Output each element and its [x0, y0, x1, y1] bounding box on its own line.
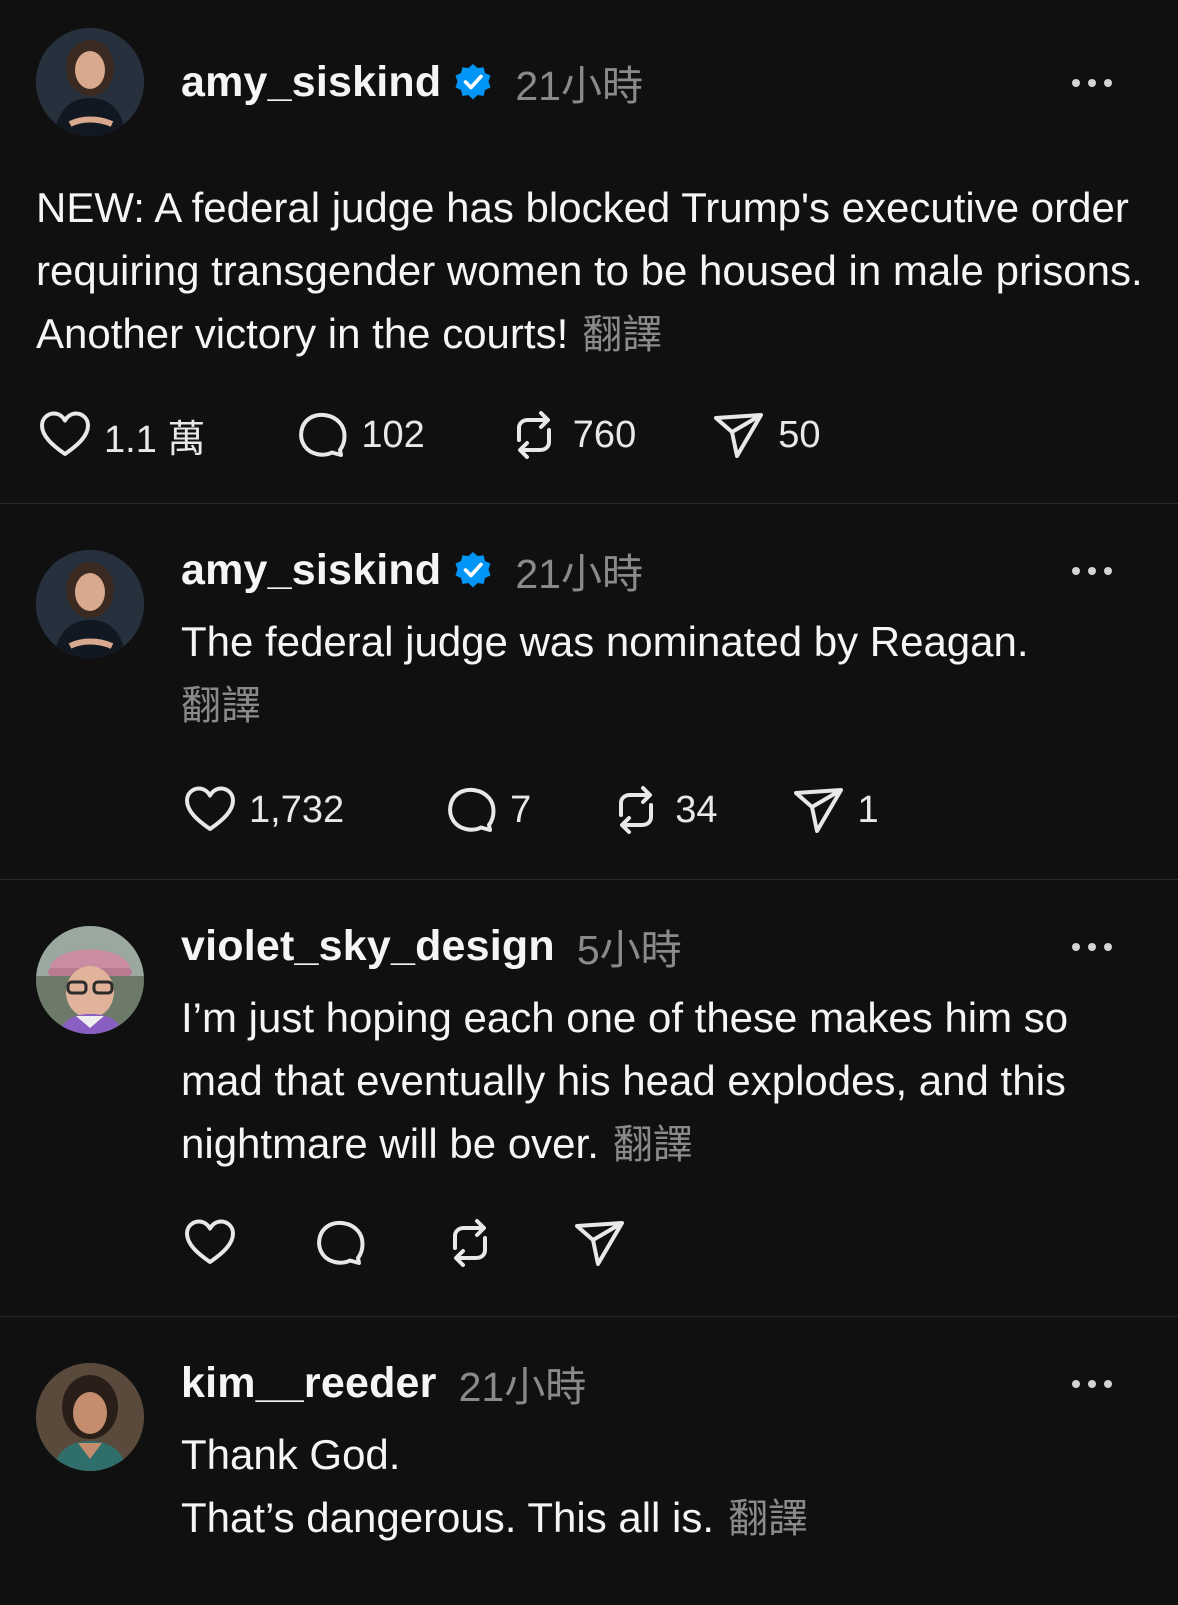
post-text: NEW: A federal judge has blocked Trump's…: [36, 176, 1146, 367]
avatar[interactable]: [36, 926, 144, 1034]
reply-count: 7: [510, 788, 532, 831]
share-button[interactable]: [571, 1213, 629, 1273]
comment-icon: [299, 412, 347, 457]
username[interactable]: violet_sky_design: [181, 922, 555, 971]
avatar[interactable]: [36, 28, 144, 136]
more-icon[interactable]: [1072, 1377, 1112, 1391]
repost-count: 34: [675, 788, 718, 831]
post-header: violet_sky_design 5小時: [181, 916, 682, 976]
post-text: Thank God. That’s dangerous. This all is.…: [181, 1423, 1141, 1551]
verified-badge-icon: [455, 552, 491, 588]
post-header: amy_siskind 21小時: [181, 52, 643, 112]
repost-icon: [619, 786, 654, 834]
avatar[interactable]: [36, 1363, 144, 1471]
translate-link[interactable]: 翻譯: [613, 1123, 693, 1167]
timestamp: 5小時: [576, 927, 682, 973]
post-text: The federal judge was nominated by Reaga…: [181, 610, 1141, 738]
action-bar: 1.1 萬 102 760 50: [36, 405, 820, 465]
share-icon: [793, 788, 843, 833]
post-text-line: Thank God.: [181, 1431, 401, 1478]
like-button[interactable]: [181, 1213, 239, 1273]
reply-post[interactable]: amy_siskind 21小時 The federal judge was n…: [0, 504, 1178, 879]
post-text-line: That’s dangerous. This all is.: [181, 1494, 715, 1541]
username[interactable]: kim__reeder: [181, 1359, 437, 1408]
repost-icon: [516, 411, 551, 459]
username[interactable]: amy_siskind: [181, 58, 441, 107]
heart-icon: [185, 1219, 235, 1264]
heart-icon: [185, 786, 235, 831]
share-icon: [714, 413, 764, 458]
repost-button[interactable]: 760: [505, 405, 636, 465]
reply-post[interactable]: kim__reeder 21小時 Thank God. That’s danger…: [0, 1317, 1178, 1605]
post-text: I’m just hoping each one of these makes …: [181, 986, 1141, 1177]
heart-icon: [40, 411, 90, 456]
reply-button[interactable]: [311, 1213, 369, 1273]
like-count: 1,732: [249, 788, 345, 831]
repost-button[interactable]: 34: [607, 780, 718, 840]
post-text-content: The federal judge was nominated by Reaga…: [181, 618, 1029, 665]
comment-icon: [448, 787, 496, 832]
more-icon[interactable]: [1072, 76, 1112, 90]
more-icon[interactable]: [1072, 940, 1112, 954]
like-button[interactable]: 1,732: [181, 780, 344, 840]
reply-post[interactable]: violet_sky_design 5小時 I’m just hoping ea…: [0, 880, 1178, 1316]
like-button[interactable]: 1.1 萬: [36, 405, 205, 465]
verified-badge-icon: [455, 64, 491, 100]
post-main[interactable]: amy_siskind 21小時 NEW: A federal judge ha…: [0, 0, 1178, 503]
action-bar: [181, 1213, 629, 1273]
repost-count: 760: [572, 413, 637, 456]
action-bar: 1,732 7 34 1: [181, 780, 879, 840]
reply-button[interactable]: 7: [442, 780, 531, 840]
reply-button[interactable]: 102: [293, 405, 425, 465]
timestamp: 21小時: [515, 551, 643, 597]
repost-icon: [453, 1219, 487, 1267]
share-button[interactable]: 50: [710, 405, 820, 465]
username[interactable]: amy_siskind: [181, 546, 441, 595]
translate-link[interactable]: 翻譯: [728, 1497, 808, 1541]
timestamp: 21小時: [515, 63, 643, 109]
more-icon[interactable]: [1072, 564, 1112, 578]
share-count: 50: [778, 413, 821, 456]
post-header: kim__reeder 21小時: [181, 1353, 586, 1413]
like-count: 1.1 萬: [104, 418, 206, 461]
comment-icon: [317, 1220, 365, 1265]
translate-link[interactable]: 翻譯: [582, 313, 662, 357]
translate-link[interactable]: 翻譯: [181, 684, 261, 728]
share-icon: [575, 1221, 624, 1266]
reply-count: 102: [361, 413, 425, 456]
avatar[interactable]: [36, 550, 144, 658]
share-button[interactable]: 1: [790, 780, 879, 840]
post-header: amy_siskind 21小時: [181, 540, 643, 600]
timestamp: 21小時: [458, 1364, 587, 1410]
share-count: 1: [857, 788, 879, 831]
repost-button[interactable]: [441, 1213, 499, 1273]
